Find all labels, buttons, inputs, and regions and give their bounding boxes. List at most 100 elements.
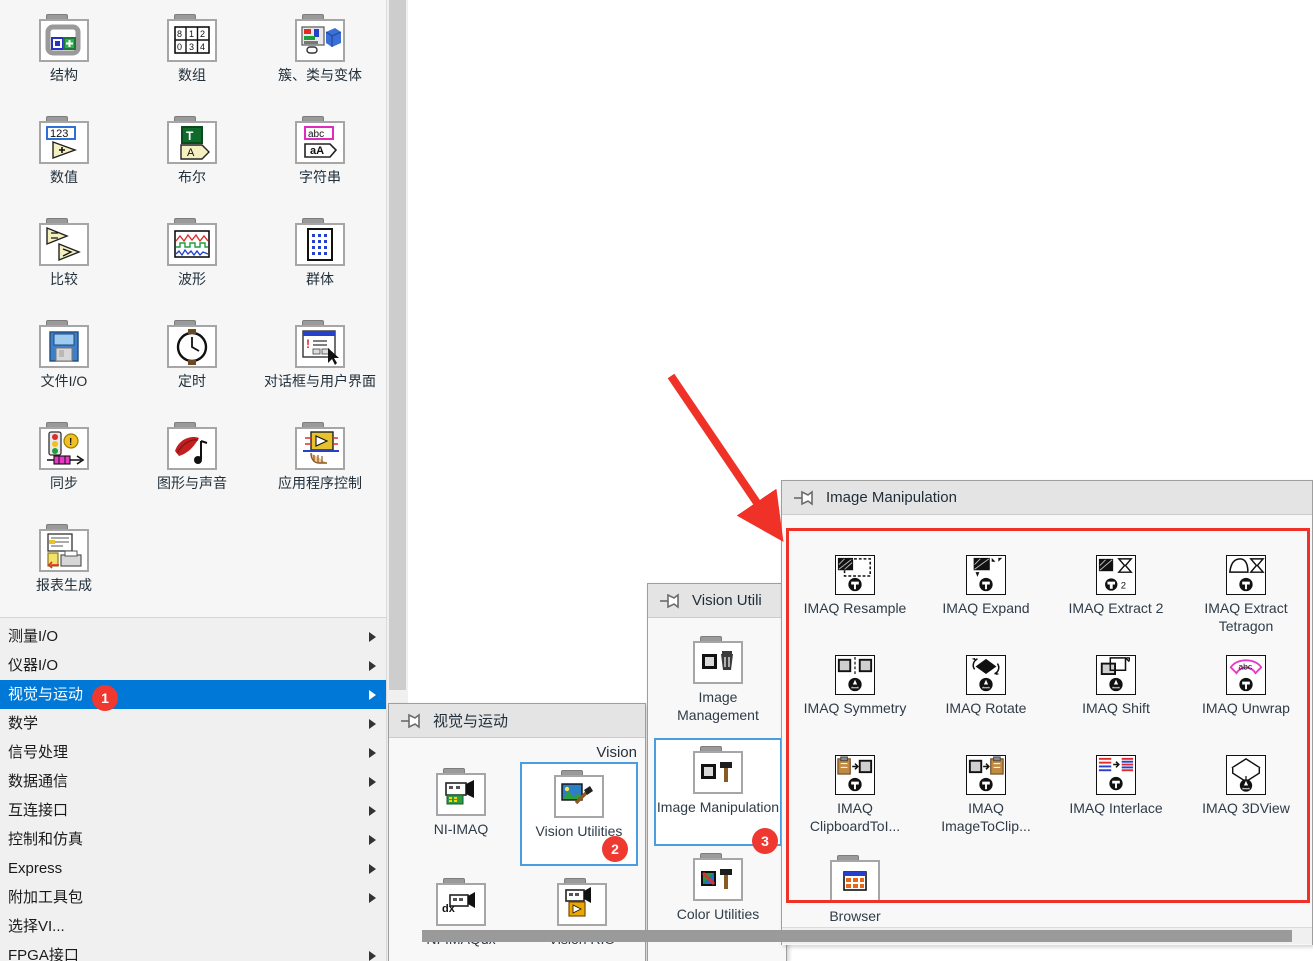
- submenu-arrow-icon: [369, 892, 376, 903]
- menu-item-5[interactable]: 信号处理: [0, 738, 386, 767]
- palette-item-color-utilities[interactable]: Color Utilities: [656, 853, 780, 923]
- imaq-symmetry-icon: [835, 655, 875, 695]
- menu-item-label: 控制和仿真: [8, 831, 84, 848]
- vision-utilities-title: Vision Utili: [692, 592, 762, 609]
- palette-item-14[interactable]: 图形与声音: [128, 414, 256, 516]
- scrollbar-thumb[interactable]: [422, 930, 1292, 942]
- palette-item-5[interactable]: T A 布尔: [128, 108, 256, 210]
- palette-item-7[interactable]: 比较: [0, 210, 128, 312]
- palette-item-label: 比较: [50, 271, 78, 287]
- submenu-arrow-icon: [369, 689, 376, 700]
- menu-item-3[interactable]: 视觉与运动: [0, 680, 386, 709]
- pin-icon[interactable]: [792, 489, 816, 506]
- vi-item-6[interactable]: IMAQ Rotate: [927, 655, 1045, 717]
- palette-item-label: 数组: [178, 67, 206, 83]
- palette-item-label: NI-IMAQ: [433, 821, 489, 837]
- callout-badge-2-number: 2: [611, 841, 619, 857]
- vi-item-7[interactable]: IMAQ Shift: [1057, 655, 1175, 717]
- vi-item-label: IMAQ Shift: [1082, 700, 1150, 716]
- vi-item-10[interactable]: IMAQ ImageToClip...: [927, 755, 1045, 835]
- vi-item-11[interactable]: IMAQ Interlace: [1057, 755, 1175, 817]
- palette-item-10[interactable]: 文件I/O: [0, 312, 128, 414]
- report-generation-icon: [39, 524, 89, 572]
- palette-item-1[interactable]: 结构: [0, 6, 128, 108]
- menu-item-11[interactable]: 选择VI...: [0, 912, 386, 941]
- menu-item-6[interactable]: 数据通信: [0, 767, 386, 796]
- menu-item-7[interactable]: 互连接口: [0, 796, 386, 825]
- submenu-arrow-icon: [369, 631, 376, 642]
- menu-item-12[interactable]: FPGA接口: [0, 941, 386, 961]
- palette-item-label: 图形与声音: [157, 475, 227, 491]
- palette-item-16[interactable]: 报表生成: [0, 516, 128, 617]
- svg-text:123: 123: [50, 128, 68, 140]
- scrollbar-thumb[interactable]: [389, 0, 406, 690]
- menu-item-4[interactable]: 数学: [0, 709, 386, 738]
- svg-text:abc: abc: [308, 129, 324, 140]
- synchronization-icon: !: [39, 422, 89, 470]
- vi-item-1[interactable]: IMAQ Resample: [796, 555, 914, 617]
- palette-item-4[interactable]: 123 数值: [0, 108, 128, 210]
- palette-item-label: Image Management: [677, 689, 759, 723]
- palette-item-11[interactable]: 定时: [128, 312, 256, 414]
- menu-item-9[interactable]: Express: [0, 854, 386, 883]
- imaq-interlace-icon: [1096, 755, 1136, 795]
- palette-item-2[interactable]: 8 0 1 2 3 4 数组: [128, 6, 256, 108]
- vi-item-13[interactable]: Browser: [796, 855, 914, 925]
- imaq-resample-icon: [835, 555, 875, 595]
- image-manipulation-horizontal-scrollbar[interactable]: [422, 927, 1312, 944]
- svg-text:2: 2: [200, 29, 205, 39]
- svg-text:8: 8: [177, 29, 182, 39]
- vi-item-label: IMAQ Extract Tetragon: [1204, 600, 1288, 634]
- pin-icon[interactable]: [658, 592, 682, 609]
- palette-item-label: 对话框与用户界面: [264, 373, 376, 389]
- submenu-arrow-icon: [369, 950, 376, 961]
- ni-imaqdx-icon: dx: [436, 878, 486, 926]
- vi-item-label: IMAQ ImageToClip...: [941, 800, 1031, 834]
- palette-item-12[interactable]: ! 对话框与用户界面: [256, 312, 384, 414]
- menu-item-label: 视觉与运动: [8, 686, 84, 703]
- file-io-icon: [39, 320, 89, 368]
- vi-item-label: IMAQ Interlace: [1069, 800, 1163, 816]
- vi-item-12[interactable]: IMAQ 3DView: [1187, 755, 1305, 817]
- menu-item-8[interactable]: 控制和仿真: [0, 825, 386, 854]
- menu-item-1[interactable]: 测量I/O: [0, 622, 386, 651]
- submenu-arrow-icon: [369, 834, 376, 845]
- vi-item-label: IMAQ Rotate: [945, 700, 1027, 716]
- palette-item-label: 数值: [50, 169, 78, 185]
- vision-utilities-icon: [554, 770, 604, 818]
- vi-item-8[interactable]: abc IMAQ Unwrap: [1187, 655, 1305, 717]
- palette-item-label: 簇、类与变体: [278, 67, 362, 83]
- menu-item-label: 选择VI...: [8, 918, 65, 935]
- waveform-icon: [167, 218, 217, 266]
- vi-item-4[interactable]: IMAQ Extract Tetragon: [1187, 555, 1305, 635]
- pin-icon[interactable]: [399, 712, 423, 729]
- menu-item-2[interactable]: 仪器I/O: [0, 651, 386, 680]
- palette-item-ni-imaq[interactable]: NI-IMAQ: [401, 768, 521, 838]
- palette-item-9[interactable]: 群体: [256, 210, 384, 312]
- palette-item-13[interactable]: ! 同步: [0, 414, 128, 516]
- submenu-arrow-icon: [369, 863, 376, 874]
- imaq-extract2-icon: 2: [1096, 555, 1136, 595]
- callout-badge-3-number: 3: [761, 833, 769, 849]
- palette-item-8[interactable]: 波形: [128, 210, 256, 312]
- svg-text:T: T: [186, 129, 194, 143]
- menu-item-label: FPGA接口: [8, 947, 79, 961]
- palette-item-15[interactable]: 应用程序控制: [256, 414, 384, 516]
- svg-text:aA: aA: [310, 145, 324, 157]
- vision-utilities-titlebar: Vision Utili: [648, 584, 786, 618]
- palette-item-image-management[interactable]: Image Management: [656, 636, 780, 724]
- vi-item-3[interactable]: 2 IMAQ Extract 2: [1057, 555, 1175, 617]
- palette-item-6[interactable]: abc aA 字符串: [256, 108, 384, 210]
- vi-item-5[interactable]: IMAQ Symmetry: [796, 655, 914, 717]
- vi-item-9[interactable]: IMAQ ClipboardToI...: [796, 755, 914, 835]
- vi-item-2[interactable]: IMAQ Expand: [927, 555, 1045, 617]
- string-icon: abc aA: [295, 116, 345, 164]
- structures-icon: [39, 14, 89, 62]
- imaq-image-to-clipboard-icon: [966, 755, 1006, 795]
- browser-folder-icon: [830, 855, 880, 903]
- image-manipulation-subpalette: Image Manipulation IMAQ Resample IMAQ Ex…: [422, 480, 1313, 945]
- imaq-shift-icon: [1096, 655, 1136, 695]
- palette-item-3[interactable]: 簇、类与变体: [256, 6, 384, 108]
- imaq-expand-icon: [966, 555, 1006, 595]
- menu-item-10[interactable]: 附加工具包: [0, 883, 386, 912]
